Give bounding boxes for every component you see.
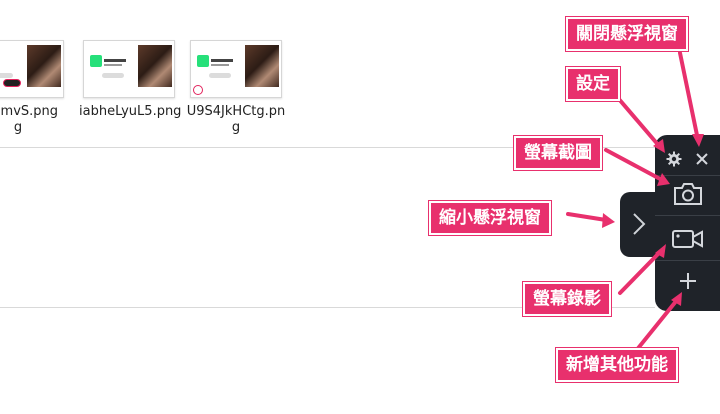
label-screen-record: 螢幕錄影 [523, 282, 611, 316]
label-collapse-floating-window: 縮小懸浮視窗 [429, 201, 551, 235]
label-add-features: 新增其他功能 [556, 348, 678, 382]
label-settings: 設定 [566, 67, 620, 101]
label-screenshot: 螢幕截圖 [514, 136, 602, 170]
label-close-floating-window: 關閉懸浮視窗 [566, 17, 688, 51]
